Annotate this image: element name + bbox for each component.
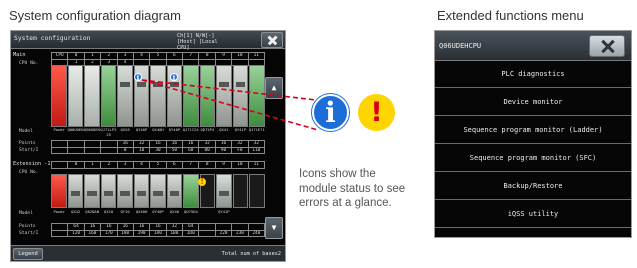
menu-close-button[interactable] [589,35,625,57]
callout-line [141,79,319,131]
menu-item-plc-diagnostics[interactable]: PLC diagnostics [435,61,631,88]
callout-description: Icons show the module status to see erro… [299,168,406,209]
menu-item-sequence-monitor-sfc[interactable]: Sequence program monitor (SFC) [435,145,631,172]
callout-line [141,79,317,101]
menu-item-device-monitor[interactable]: Device monitor [435,89,631,116]
menu-item-iqss-utility[interactable]: iQSS utility [435,201,631,228]
menu-titlebar: Q06UDEHCPU [435,31,631,61]
menu-title: Q06UDEHCPU [439,42,482,50]
menu-item-backup-restore[interactable]: Backup/Restore [435,173,631,200]
info-icon: i [312,94,349,131]
menu-item-sequence-monitor-ladder[interactable]: Sequence program monitor (Ladder) [435,117,631,144]
warning-icon: ! [358,94,395,131]
extended-functions-menu-screen: Q06UDEHCPU PLC diagnostics Device monito… [434,30,632,238]
